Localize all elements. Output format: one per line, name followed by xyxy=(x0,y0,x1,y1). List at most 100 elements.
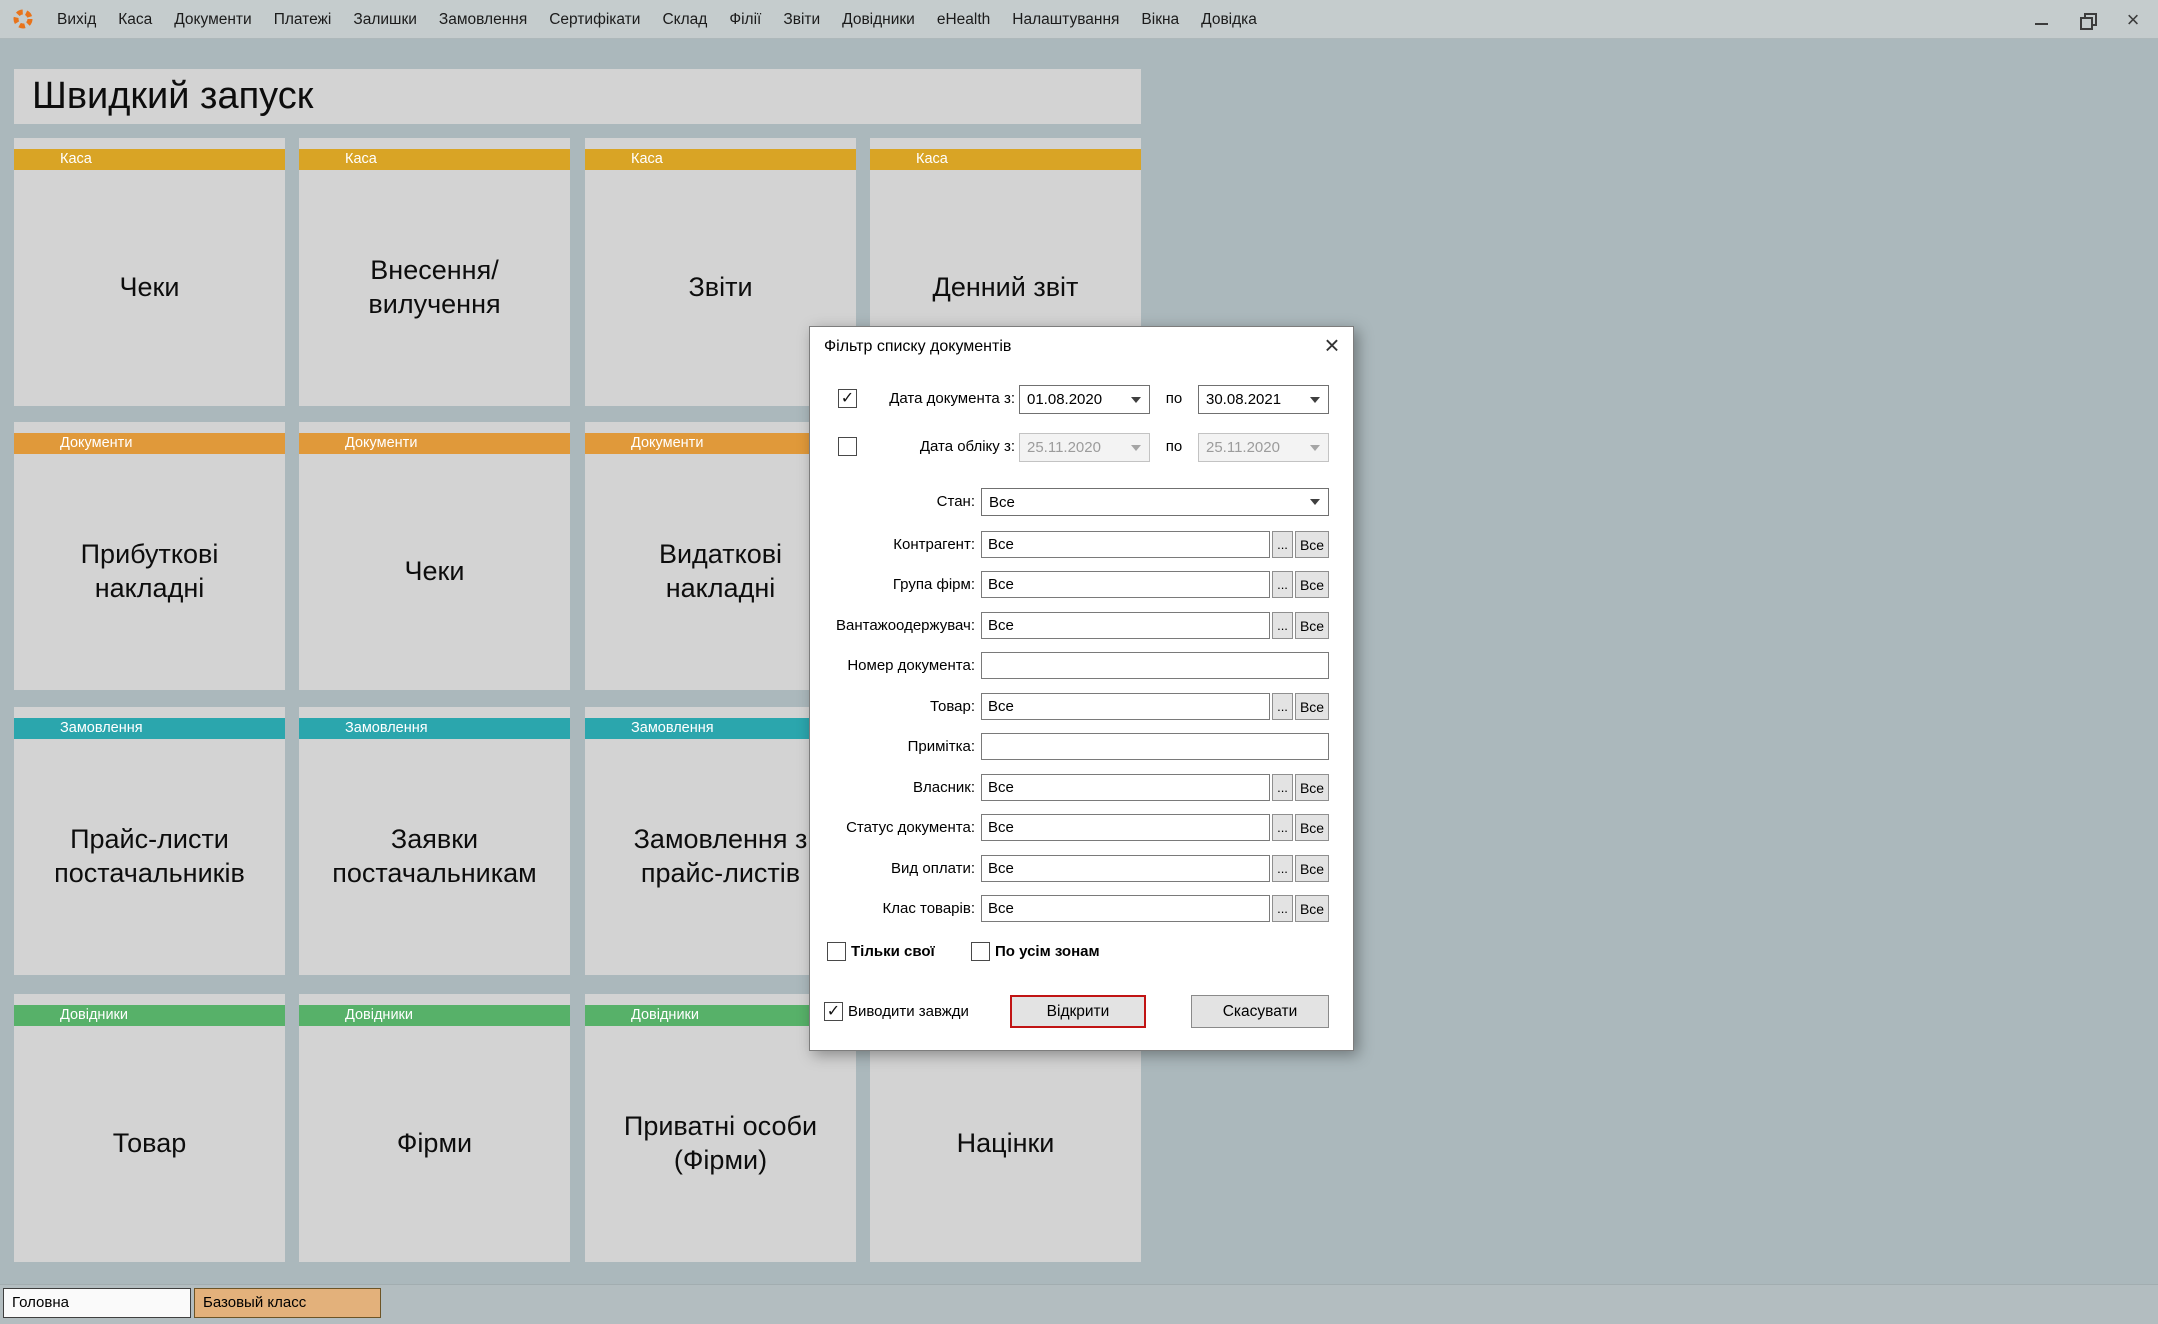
category-tag-kasa: Каса xyxy=(585,149,856,170)
product-class-more-button[interactable]: ... xyxy=(1272,895,1293,922)
owner-row: Власник: ... Все xyxy=(810,774,1355,801)
tile-kasa-vnesennia-vyluchennia[interactable]: Каса Внесення/вилучення xyxy=(299,138,570,406)
menu-settings[interactable]: Налаштування xyxy=(1001,0,1130,39)
only-own-checkbox[interactable] xyxy=(827,942,846,961)
owner-all-button[interactable]: Все xyxy=(1295,774,1329,801)
doc-number-input[interactable] xyxy=(981,652,1329,679)
minimize-button[interactable] xyxy=(2030,9,2052,31)
product-class-row: Клас товарів: ... Все xyxy=(810,895,1355,922)
firm-group-input[interactable] xyxy=(981,571,1270,598)
only-own-label: Тільки свої xyxy=(851,943,935,960)
note-input[interactable] xyxy=(981,733,1329,760)
category-tag-kasa: Каса xyxy=(14,149,285,170)
menu-help[interactable]: Довідка xyxy=(1190,0,1268,39)
menu-branches[interactable]: Філії xyxy=(718,0,772,39)
all-zones-label: По усім зонам xyxy=(995,943,1100,960)
tile-label: Націнки xyxy=(956,1128,1055,1159)
payment-type-more-button[interactable]: ... xyxy=(1272,855,1293,882)
product-class-all-button[interactable]: Все xyxy=(1295,895,1329,922)
category-tag-label: Замовлення xyxy=(631,720,714,736)
product-more-button[interactable]: ... xyxy=(1272,693,1293,720)
cancel-button[interactable]: Скасувати xyxy=(1191,995,1329,1028)
doc-status-all-button[interactable]: Все xyxy=(1295,814,1329,841)
consignee-input[interactable] xyxy=(981,612,1270,639)
product-input[interactable] xyxy=(981,693,1270,720)
product-class-input[interactable] xyxy=(981,895,1270,922)
menu-bar: Вихід Каса Документи Платежі Залишки Зам… xyxy=(0,0,2158,39)
date-document-to-select[interactable]: 30.08.2021 xyxy=(1198,385,1329,414)
state-select[interactable]: Все xyxy=(981,488,1329,516)
menu-certificates[interactable]: Сертифікати xyxy=(538,0,651,39)
tile-doc-cheky[interactable]: Документи Чеки xyxy=(299,422,570,690)
state-label: Стан: xyxy=(936,493,975,510)
dialog-title: Фільтр списку документів xyxy=(824,338,1012,355)
consignee-all-button[interactable]: Все xyxy=(1295,612,1329,639)
date-document-checkbox[interactable]: ✓ xyxy=(838,389,857,408)
payment-type-input[interactable] xyxy=(981,855,1270,882)
tab-golovna[interactable]: Головна xyxy=(3,1288,191,1318)
consignee-row: Вантажоодержувач: ... Все xyxy=(810,612,1355,639)
consignee-more-button[interactable]: ... xyxy=(1272,612,1293,639)
contragent-label: Контрагент: xyxy=(893,536,975,553)
menu-ehealth[interactable]: eHealth xyxy=(926,0,1001,39)
payment-type-row: Вид оплати: ... Все xyxy=(810,855,1355,882)
date-accounting-from-value: 25.11.2020 xyxy=(1027,439,1101,456)
status-bar: Головна Базовый класс xyxy=(0,1284,2158,1324)
tile-zam-price-lists[interactable]: Замовлення Прайс-листи постачальників xyxy=(14,707,285,975)
category-tag-label: Каса xyxy=(345,151,377,167)
tab-bazovyi-klass[interactable]: Базовый класс xyxy=(194,1288,381,1318)
tile-dov-firmy[interactable]: Довідники Фірми xyxy=(299,994,570,1262)
all-zones-checkbox[interactable] xyxy=(971,942,990,961)
page-title: Швидкий запуск xyxy=(14,69,1141,124)
doc-status-more-button[interactable]: ... xyxy=(1272,814,1293,841)
tile-label: Внесення/вилучення xyxy=(368,255,501,319)
contragent-more-button[interactable]: ... xyxy=(1272,531,1293,558)
restore-button[interactable] xyxy=(2076,9,2098,31)
doc-status-input[interactable] xyxy=(981,814,1270,841)
menu-directories[interactable]: Довідники xyxy=(831,0,926,39)
tile-kasa-cheky[interactable]: Каса Чеки xyxy=(14,138,285,406)
menu-warehouse[interactable]: Склад xyxy=(651,0,718,39)
document-filter-dialog: Фільтр списку документів × ✓ Дата докуме… xyxy=(809,326,1354,1051)
category-tag-label: Документи xyxy=(345,435,418,451)
date-document-to-label: по xyxy=(1165,390,1183,407)
close-button[interactable]: × xyxy=(2122,8,2144,31)
always-show-checkbox[interactable]: ✓ xyxy=(824,1002,843,1021)
app-logo-icon xyxy=(12,8,34,30)
tile-label: Фірми xyxy=(396,1128,473,1159)
owner-more-button[interactable]: ... xyxy=(1272,774,1293,801)
category-tag-label: Каса xyxy=(60,151,92,167)
firm-group-all-button[interactable]: Все xyxy=(1295,571,1329,598)
category-tag-label: Каса xyxy=(631,151,663,167)
tile-zam-zaiavky[interactable]: Замовлення Заявки постачальникам xyxy=(299,707,570,975)
menu-windows[interactable]: Вікна xyxy=(1130,0,1190,39)
product-all-button[interactable]: Все xyxy=(1295,693,1329,720)
date-accounting-label: Дата обліку з: xyxy=(919,438,1015,455)
contragent-input[interactable] xyxy=(981,531,1270,558)
date-accounting-checkbox[interactable] xyxy=(838,437,857,456)
menu-stock-balances[interactable]: Залишки xyxy=(342,0,428,39)
menu-kasa[interactable]: Каса xyxy=(107,0,163,39)
tile-dov-tovar[interactable]: Довідники Товар xyxy=(14,994,285,1262)
category-tag-label: Документи xyxy=(60,435,133,451)
date-accounting-to-value: 25.11.2020 xyxy=(1206,439,1280,456)
tile-label: Товар xyxy=(112,1128,187,1159)
payment-type-label: Вид оплати: xyxy=(891,860,975,877)
menu-payments[interactable]: Платежі xyxy=(263,0,343,39)
menu-orders[interactable]: Замовлення xyxy=(428,0,538,39)
open-button[interactable]: Відкрити xyxy=(1010,995,1146,1028)
firm-group-more-button[interactable]: ... xyxy=(1272,571,1293,598)
menu-reports[interactable]: Звіти xyxy=(772,0,831,39)
tile-doc-prybutkovi-nakladni[interactable]: Документи Прибуткові накладні xyxy=(14,422,285,690)
dialog-close-icon[interactable]: × xyxy=(1318,331,1346,359)
chevron-down-icon xyxy=(1131,444,1141,451)
tile-label: Чеки xyxy=(404,556,465,587)
owner-input[interactable] xyxy=(981,774,1270,801)
menu-documents[interactable]: Документи xyxy=(163,0,262,39)
date-document-from-select[interactable]: 01.08.2020 xyxy=(1019,385,1150,414)
contragent-all-button[interactable]: Все xyxy=(1295,531,1329,558)
category-tag-label: Довідники xyxy=(631,1007,699,1023)
tile-label: Чеки xyxy=(119,272,180,303)
payment-type-all-button[interactable]: Все xyxy=(1295,855,1329,882)
menu-exit[interactable]: Вихід xyxy=(46,0,107,39)
